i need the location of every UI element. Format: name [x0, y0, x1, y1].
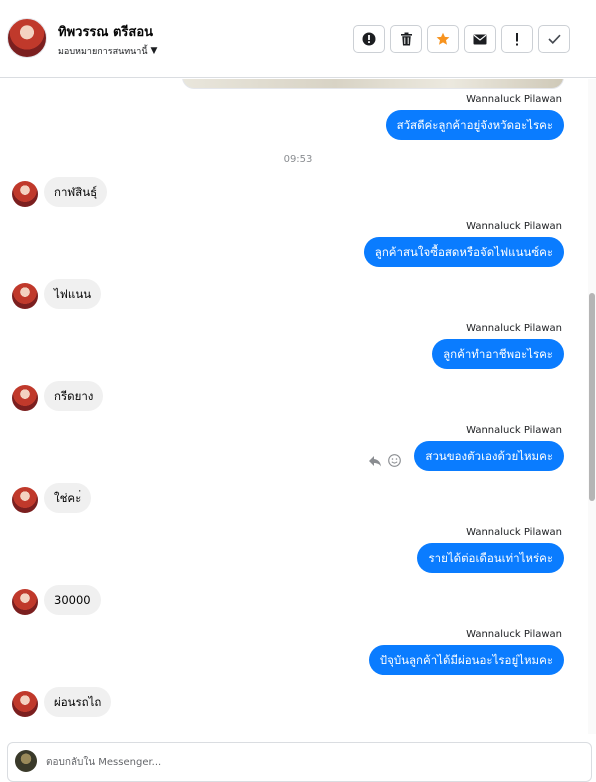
- customer-message-bubble[interactable]: 30000: [44, 585, 101, 615]
- agent-message-bubble[interactable]: รายได้ต่อเดือนเท่าไหร่คะ: [417, 543, 564, 573]
- report-button[interactable]: [353, 25, 385, 53]
- caret-down-icon: ▼: [150, 46, 158, 56]
- check-icon: [547, 34, 561, 44]
- customer-avatar[interactable]: [12, 487, 38, 513]
- customer-message-bubble[interactable]: กาฬสินธุ์: [44, 177, 108, 207]
- assign-conversation-dropdown[interactable]: มอบหมายการสนทนานี้ ▼: [58, 44, 157, 58]
- customer-message-bubble[interactable]: ผ่อนรถไถ: [44, 687, 112, 717]
- header-actions: [353, 25, 570, 53]
- done-button[interactable]: [538, 25, 570, 53]
- customer-message-bubble[interactable]: ใช่คะ่: [44, 483, 92, 513]
- sender-name: Wannaluck Pilawan: [466, 629, 562, 640]
- sender-name: Wannaluck Pilawan: [466, 323, 562, 334]
- star-button[interactable]: [427, 25, 459, 53]
- customer-message-bubble[interactable]: ไฟแนน: [44, 279, 102, 309]
- agent-message-bubble[interactable]: ปัจุบันลูกค้าได้มีผ่อนอะไรอยู่ไหมคะ: [368, 645, 564, 675]
- envelope-icon: [473, 34, 487, 44]
- page-avatar: [15, 750, 37, 772]
- customer-avatar[interactable]: [12, 283, 38, 309]
- mark-unread-button[interactable]: [464, 25, 496, 53]
- agent-message-bubble[interactable]: ลูกค้าสนใจซื้อสดหรือจัดไฟแนนซ์คะ: [363, 237, 564, 267]
- customer-avatar[interactable]: [12, 589, 38, 615]
- reply-composer[interactable]: ตอบกลับใน Messenger...: [7, 742, 592, 782]
- message-hover-actions: [368, 454, 401, 467]
- sender-name: Wannaluck Pilawan: [466, 94, 562, 105]
- star-icon: [436, 32, 450, 45]
- message-timestamp: 09:53: [283, 154, 313, 165]
- delete-button[interactable]: [390, 25, 422, 53]
- alert-circle-icon: [362, 32, 376, 46]
- exclamation-icon: [516, 32, 518, 45]
- reply-icon[interactable]: [368, 455, 382, 467]
- react-emoji-icon[interactable]: [388, 454, 401, 467]
- sender-name: Wannaluck Pilawan: [466, 527, 562, 538]
- contact-name[interactable]: ทิพวรรณ ตรีสอน: [58, 21, 153, 42]
- customer-avatar[interactable]: [12, 385, 38, 411]
- thread-scrollbar[interactable]: [588, 79, 596, 734]
- sender-name: Wannaluck Pilawan: [466, 425, 562, 436]
- contact-avatar[interactable]: [7, 18, 47, 58]
- sender-name: Wannaluck Pilawan: [466, 221, 562, 232]
- agent-message-bubble[interactable]: ลูกค้าทำอาชีพอะไรคะ: [432, 339, 564, 369]
- customer-avatar[interactable]: [12, 181, 38, 207]
- customer-avatar[interactable]: [12, 691, 38, 717]
- conversation-header: ทิพวรรณ ตรีสอน มอบหมายการสนทนานี้ ▼: [0, 0, 596, 78]
- message-thread[interactable]: Wannaluck Pilawan สวัสดีค่ะลูกค้าอยู่จัง…: [0, 79, 596, 734]
- agent-message-bubble[interactable]: สวัสดีค่ะลูกค้าอยู่จังหวัดอะไรคะ: [385, 110, 564, 140]
- trash-icon: [400, 32, 412, 46]
- agent-message-bubble[interactable]: สวนของตัวเองด้วยไหมคะ: [414, 441, 564, 471]
- customer-message-bubble[interactable]: กรีดยาง: [44, 381, 104, 411]
- shared-image-attachment[interactable]: [182, 79, 564, 89]
- assign-label: มอบหมายการสนทนานี้: [58, 47, 148, 57]
- important-button[interactable]: [501, 25, 533, 53]
- reply-input[interactable]: ตอบกลับใน Messenger...: [46, 755, 161, 770]
- scrollbar-thumb[interactable]: [589, 293, 595, 501]
